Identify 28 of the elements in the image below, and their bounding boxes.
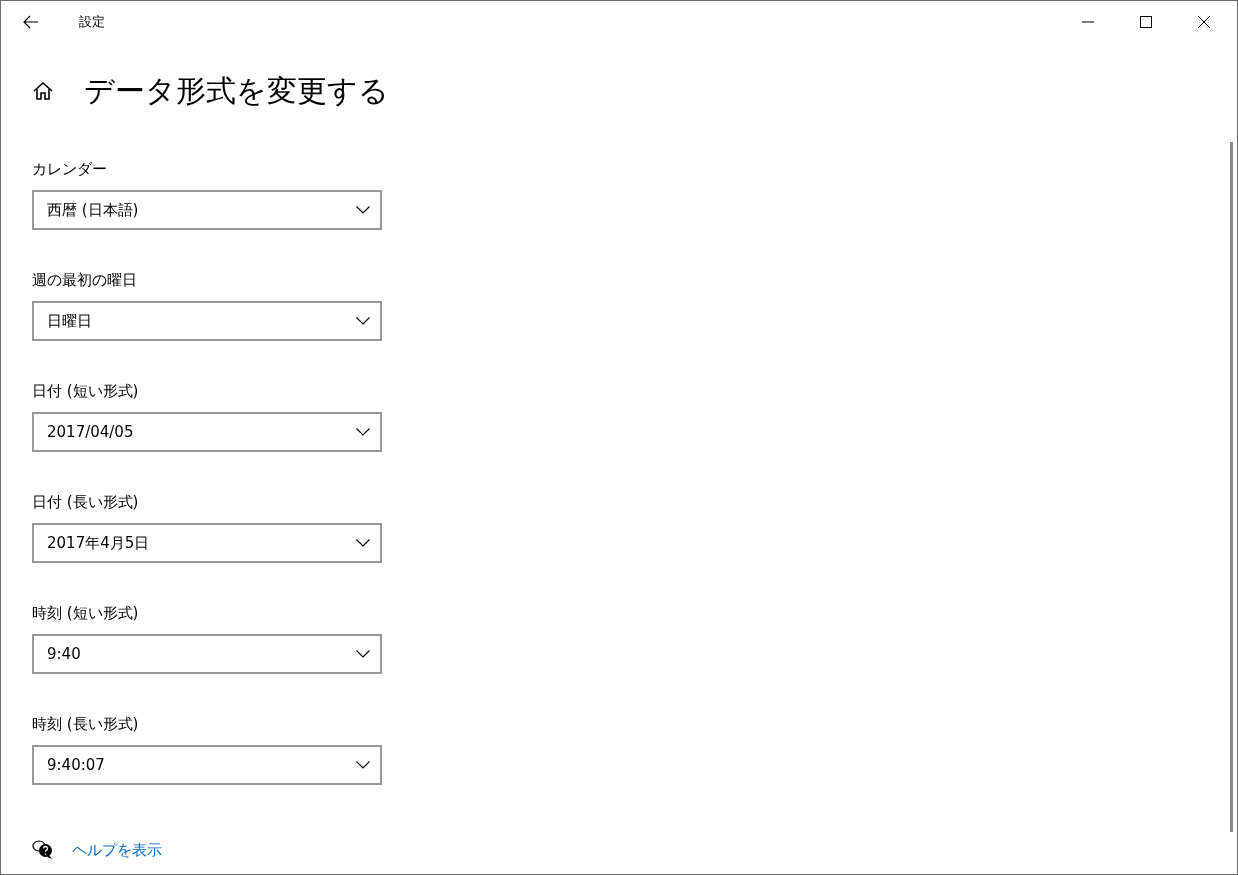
chevron-down-icon bbox=[356, 428, 370, 436]
dropdown[interactable]: 西暦 (日本語) bbox=[32, 190, 382, 230]
help-chat-icon bbox=[32, 840, 54, 860]
home-icon[interactable] bbox=[32, 80, 54, 102]
close-icon bbox=[1198, 15, 1210, 28]
minimize-icon bbox=[1082, 20, 1094, 23]
dropdown[interactable]: 2017年4月5日 bbox=[32, 523, 382, 563]
window-title: 設定 bbox=[79, 12, 106, 31]
maximize-icon bbox=[1140, 15, 1152, 28]
setting-label: 週の最初の曜日 bbox=[32, 270, 138, 291]
setting-label: 時刻 (長い形式) bbox=[32, 714, 140, 735]
back-arrow-icon bbox=[23, 14, 39, 29]
dropdown[interactable]: 日曜日 bbox=[32, 301, 382, 341]
dropdown[interactable]: 2017/04/05 bbox=[32, 412, 382, 452]
chevron-down-icon bbox=[356, 206, 370, 214]
chevron-down-icon bbox=[356, 539, 370, 547]
setting-label: 日付 (長い形式) bbox=[32, 492, 140, 513]
chevron-down-icon bbox=[356, 650, 370, 658]
chevron-down-icon bbox=[356, 761, 370, 769]
dropdown[interactable]: 9:40 bbox=[32, 634, 382, 674]
setting-label: カレンダー bbox=[32, 159, 108, 180]
setting-label: 日付 (短い形式) bbox=[32, 381, 140, 402]
page-title: データ形式を変更する bbox=[84, 71, 389, 110]
help-link[interactable]: ヘルプを表示 bbox=[72, 840, 162, 860]
chevron-down-icon bbox=[356, 317, 370, 325]
scrollbar[interactable] bbox=[1230, 142, 1233, 832]
dropdown[interactable]: 9:40:07 bbox=[32, 745, 382, 785]
setting-label: 時刻 (短い形式) bbox=[32, 603, 140, 624]
